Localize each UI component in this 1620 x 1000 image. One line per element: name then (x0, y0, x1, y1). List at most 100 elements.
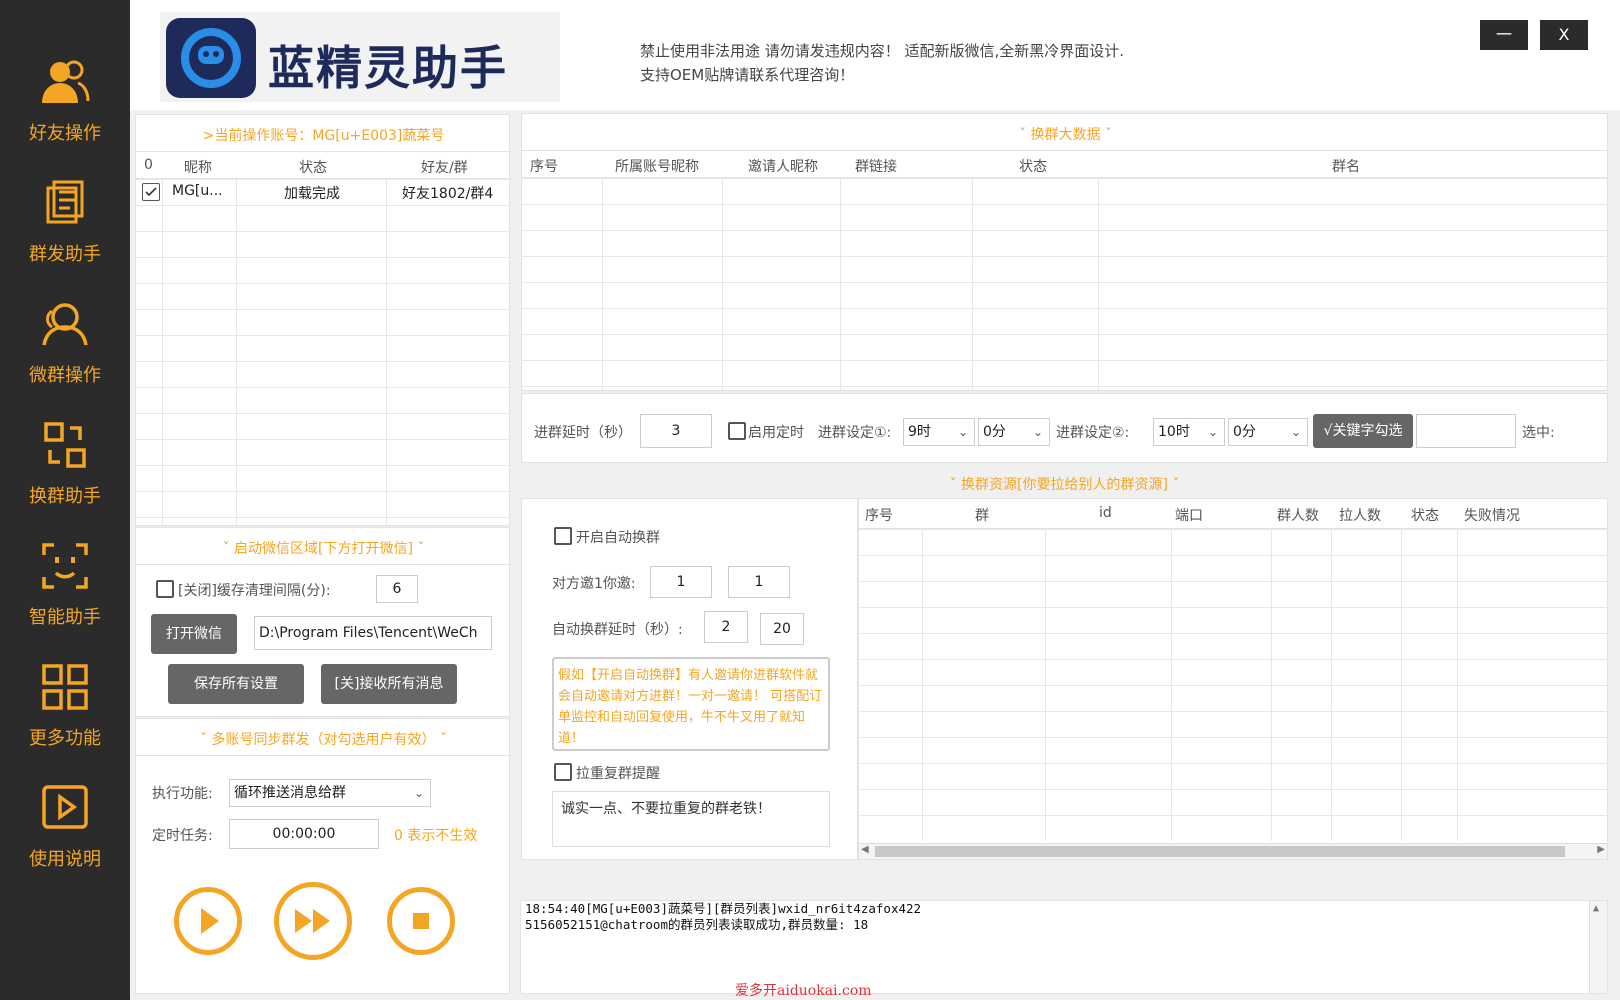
app-name: 蓝精灵助手 (268, 41, 508, 95)
sidebar-item-help[interactable]: 使用说明 (0, 781, 130, 901)
sidebar-item-label: 微群操作 (29, 365, 101, 386)
col-status: 状态 (1411, 508, 1439, 524)
timer-task-input[interactable]: 00:00:00 (229, 819, 379, 849)
wechat-launch-panel: ˇ 启动微信区域[下方打开微信] ˇ [关闭]缓存清理间隔(分): 6 打开微信… (135, 527, 511, 717)
set2-hour-value: 10时 (1158, 424, 1190, 440)
col-nickname: 昵称 (184, 160, 212, 176)
sidebar-item-label: 换群助手 (29, 486, 101, 507)
sidebar-item-swap[interactable]: 换群助手 (0, 418, 130, 538)
set2-hour-select[interactable]: 10时 ⌄ (1153, 418, 1225, 446)
auto-swap-settings: 开启自动换群 对方邀1你邀: 1 1 自动换群延时（秒）: 2 20 假如【开启… (521, 498, 858, 860)
swap-resource-title: ˇ 换群资源[你要拉给别人的群资源] ˇ (949, 477, 1180, 493)
horizontal-scrollbar[interactable]: ◀ ▶ (859, 843, 1607, 859)
chevron-down-icon: ⌄ (1032, 425, 1044, 439)
sidebar-item-more[interactable]: 更多功能 (0, 660, 130, 780)
sidebar-item-label: 智能助手 (29, 607, 101, 628)
enable-timer-label: 启用定时 (748, 425, 804, 441)
fast-forward-icon (295, 909, 330, 933)
table-row[interactable]: MG[u... 加载完成 好友1802/群4 (136, 179, 511, 205)
log-output[interactable]: 18:54:40[MG[u+E003]蔬菜号][群员列表]wxid_nr6it4… (520, 900, 1608, 994)
play-icon (201, 908, 219, 934)
current-account-title: >当前操作账号：MG[u+E003]蔬菜号 (202, 128, 445, 144)
account-table-body (136, 179, 511, 525)
log-line: 18:54:40[MG[u+E003]蔬菜号][群员列表]wxid_nr6it4… (525, 901, 922, 916)
join-set1-label: 进群设定①: (818, 425, 892, 441)
duplicate-reminder-text[interactable]: 诚实一点、不要拉重复的群老铁！ (552, 791, 830, 847)
chevron-down-icon: ⌄ (1207, 425, 1219, 439)
cache-interval-input[interactable]: 6 (376, 575, 418, 603)
minimize-button[interactable]: 一 (1480, 20, 1528, 50)
app-logo: 蓝精灵助手 (160, 12, 560, 102)
notice-line-2: 支持OEM贴牌请联系代理咨询！ (640, 66, 855, 84)
smurf-logo-icon (166, 18, 256, 98)
wechat-path-input[interactable]: D:\Program Files\Tencent\WeCh (254, 616, 492, 650)
sidebar-item-smart[interactable]: 智能助手 (0, 539, 130, 659)
start-button[interactable] (174, 887, 242, 955)
auto-delay-a-input[interactable]: 2 (704, 611, 748, 643)
chevron-down-icon: ⌄ (413, 786, 425, 800)
col-status: 状态 (1019, 159, 1047, 175)
account-panel: >当前操作账号：MG[u+E003]蔬菜号 0 昵称 状态 好友/群 MG[u.… (135, 114, 511, 526)
col-pulled-count: 拉人数 (1339, 508, 1381, 524)
keyword-select-button[interactable]: √关键字勾选 (1313, 414, 1413, 448)
col-index: 0 (144, 157, 153, 173)
stop-button[interactable] (387, 887, 455, 955)
row-status: 加载完成 (284, 186, 340, 202)
auto-swap-info-box: 假如【开启自动换群】有人邀请你进群软件就会自动邀请对方进群！一对一邀请！ 可搭配… (552, 657, 830, 751)
open-wechat-button[interactable]: 打开微信 (151, 614, 237, 654)
scroll-left-icon[interactable]: ◀ (861, 844, 869, 855)
receive-messages-button[interactable]: [关]接收所有消息 (321, 664, 457, 704)
sidebar-item-mass-send[interactable]: 群发助手 (0, 176, 130, 296)
duplicate-reminder-checkbox[interactable] (554, 763, 572, 781)
exec-function-value: 循环推送消息给群 (234, 785, 346, 801)
stop-icon (413, 913, 429, 929)
set1-minute-select[interactable]: 0分 ⌄ (978, 418, 1050, 446)
vertical-scrollbar[interactable]: ▲ (1589, 901, 1607, 993)
scroll-up-icon[interactable]: ▲ (1593, 901, 1599, 917)
col-port: 端口 (1175, 508, 1203, 524)
enable-timer-checkbox[interactable] (728, 422, 746, 440)
timer-hint: 0 表示不生效 (394, 828, 478, 844)
exec-function-select[interactable]: 循环推送消息给群 ⌄ (229, 779, 431, 807)
save-settings-button[interactable]: 保存所有设置 (168, 664, 304, 704)
swap-data-body (522, 178, 1609, 390)
join-delay-input[interactable]: 3 (640, 414, 712, 448)
set2-minute-select[interactable]: 0分 ⌄ (1228, 418, 1308, 446)
set1-hour-select[interactable]: 9时 ⌄ (903, 418, 975, 446)
scrollbar-thumb[interactable] (875, 846, 1565, 857)
auto-delay-b-input[interactable]: 20 (760, 613, 804, 645)
auto-swap-label: 开启自动换群 (576, 530, 660, 546)
col-failure: 失败情况 (1464, 508, 1520, 524)
scroll-right-icon[interactable]: ▶ (1597, 844, 1605, 855)
auto-swap-checkbox[interactable] (554, 527, 572, 545)
smart-face-icon (42, 543, 88, 589)
chevron-down-icon: ⌄ (957, 425, 969, 439)
sidebar-item-label: 使用说明 (29, 849, 101, 870)
selected-label: 选中: (1522, 425, 1555, 441)
watermark: 爱多开aiduokai.com (735, 983, 872, 999)
row-checkbox[interactable] (142, 183, 160, 201)
header: 蓝精灵助手 禁止使用非法用途 请勿请发违规内容！ 适配新版微信,全新黑冷界面设计… (130, 0, 1620, 110)
notice-line-1: 禁止使用非法用途 请勿请发违规内容！ 适配新版微信,全新黑冷界面设计. (640, 42, 1125, 60)
wechat-section-title: ˇ 启动微信区域[下方打开微信] ˇ (222, 541, 425, 557)
check-icon (145, 187, 157, 197)
swap-icon (44, 422, 86, 468)
fast-forward-button[interactable] (274, 882, 352, 960)
sidebar-item-label: 群发助手 (29, 244, 101, 265)
sidebar-item-friends[interactable]: 好友操作 (0, 55, 130, 175)
col-group-name: 群名 (1332, 159, 1360, 175)
sidebar-item-group-ops[interactable]: 微群操作 (0, 297, 130, 417)
sync-section-title: ˇ 多账号同步群发（对勾选用户有效） ˇ (200, 732, 447, 748)
timer-task-label: 定时任务: (152, 828, 213, 844)
close-button[interactable]: X (1540, 20, 1588, 50)
duplicate-reminder-label: 拉重复群提醒 (576, 766, 660, 782)
sidebar-item-label: 更多功能 (29, 728, 101, 749)
keyword-input[interactable] (1416, 414, 1516, 448)
invite-ratio-a-input[interactable]: 1 (650, 566, 712, 598)
col-inviter-nickname: 邀请人昵称 (748, 159, 818, 175)
invite-ratio-b-input[interactable]: 1 (728, 566, 790, 598)
col-id: id (1099, 505, 1112, 521)
swap-data-header: 序号 所属账号昵称 邀请人昵称 群链接 状态 群名 (522, 150, 1609, 178)
chevron-down-icon: ⌄ (1290, 425, 1302, 439)
cache-clean-checkbox[interactable] (156, 580, 174, 598)
